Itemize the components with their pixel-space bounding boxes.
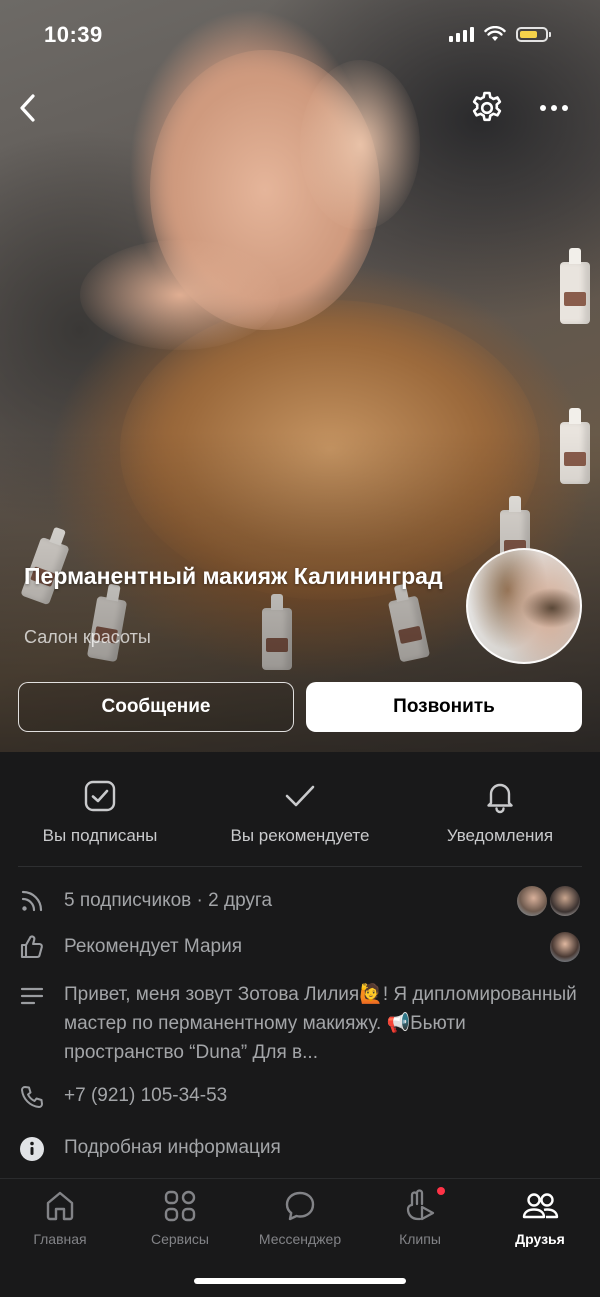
tab-services-label: Сервисы: [150, 1231, 209, 1247]
info-icon: [18, 1135, 46, 1163]
home-icon: [46, 1191, 74, 1221]
tab-home[interactable]: Главная: [0, 1189, 120, 1247]
recommend-label: Вы рекомендуете: [230, 826, 370, 845]
tab-friends-label: Друзья: [515, 1231, 565, 1247]
tab-messenger[interactable]: Мессенджер: [240, 1189, 360, 1247]
notifications-label: Уведомления: [446, 826, 554, 845]
friend-avatar: [515, 884, 549, 918]
tab-clips-label: Клипы: [399, 1231, 441, 1247]
services-icon: [164, 1190, 196, 1222]
gear-icon: [472, 91, 502, 122]
tab-clips[interactable]: Клипы: [360, 1187, 480, 1247]
messenger-icon: [285, 1191, 315, 1221]
bell-icon: [487, 783, 513, 814]
settings-button[interactable]: [465, 86, 509, 130]
friends-icon: [522, 1193, 559, 1219]
tab-services[interactable]: Сервисы: [120, 1189, 240, 1247]
more-horizontal-icon: [540, 105, 568, 111]
details-text: Подробная информация: [64, 1137, 281, 1158]
tab-home-label: Главная: [33, 1231, 87, 1247]
community-profile-screen: 10:39 Перманентный макияж Калининград Са…: [0, 0, 600, 1297]
followers-row[interactable]: 5 подписчиков · 2 друга: [0, 884, 600, 918]
recommends-text: Рекомендует Мария: [64, 936, 242, 957]
subscribed-action[interactable]: Вы подписаны: [0, 752, 200, 866]
community-category: Салон красоты: [24, 627, 151, 647]
notifications-action[interactable]: Уведомления: [400, 752, 600, 866]
recommends-row[interactable]: Рекомендует Мария: [0, 930, 600, 964]
home-indicator: [194, 1278, 406, 1284]
recommender-avatar: [548, 930, 582, 964]
subscribed-label: Вы подписаны: [42, 826, 158, 845]
recommend-action[interactable]: Вы рекомендуете: [200, 752, 400, 866]
followers-text: 5 подписчиков · 2 друга: [64, 890, 273, 911]
text-lines-icon: [18, 982, 46, 1010]
battery-icon: [516, 26, 551, 42]
notification-dot: [437, 1187, 445, 1195]
phone-icon: [18, 1083, 46, 1111]
community-name: Перманентный макияж Калининград: [24, 563, 443, 589]
about-text[interactable]: Привет, меня зовут Зотова Лилия🙋! Я дипл…: [64, 980, 584, 1067]
pigment-bottle: [560, 248, 590, 324]
phone-link[interactable]: +7 (921) 105-34-53: [64, 1085, 227, 1107]
message-button[interactable]: Сообщение: [18, 682, 294, 732]
thumbs-up-icon: [18, 933, 46, 961]
clips-icon: [406, 1189, 435, 1221]
wifi-icon: [484, 26, 506, 41]
tab-messenger-label: Мессенджер: [258, 1231, 342, 1247]
community-avatar[interactable]: [466, 548, 582, 664]
status-icons: [449, 26, 551, 42]
check-icon: [285, 785, 315, 807]
action-row: Вы подписаны Вы рекомендуете Уведомления: [0, 752, 600, 866]
tab-friends[interactable]: Друзья: [480, 1189, 600, 1247]
signal-icon: [449, 26, 474, 42]
rss-icon: [18, 887, 46, 915]
friend-avatar: [548, 884, 582, 918]
checkbox-icon: [84, 780, 116, 812]
status-time: 10:39: [44, 22, 103, 47]
phone-row[interactable]: +7 (921) 105-34-53: [0, 1082, 600, 1112]
divider: [18, 866, 582, 867]
chevron-left-icon: [20, 94, 35, 122]
more-button[interactable]: [532, 86, 576, 130]
back-button[interactable]: [6, 86, 50, 130]
call-button[interactable]: Позвонить: [306, 682, 582, 732]
details-row[interactable]: Подробная информация: [0, 1134, 600, 1164]
